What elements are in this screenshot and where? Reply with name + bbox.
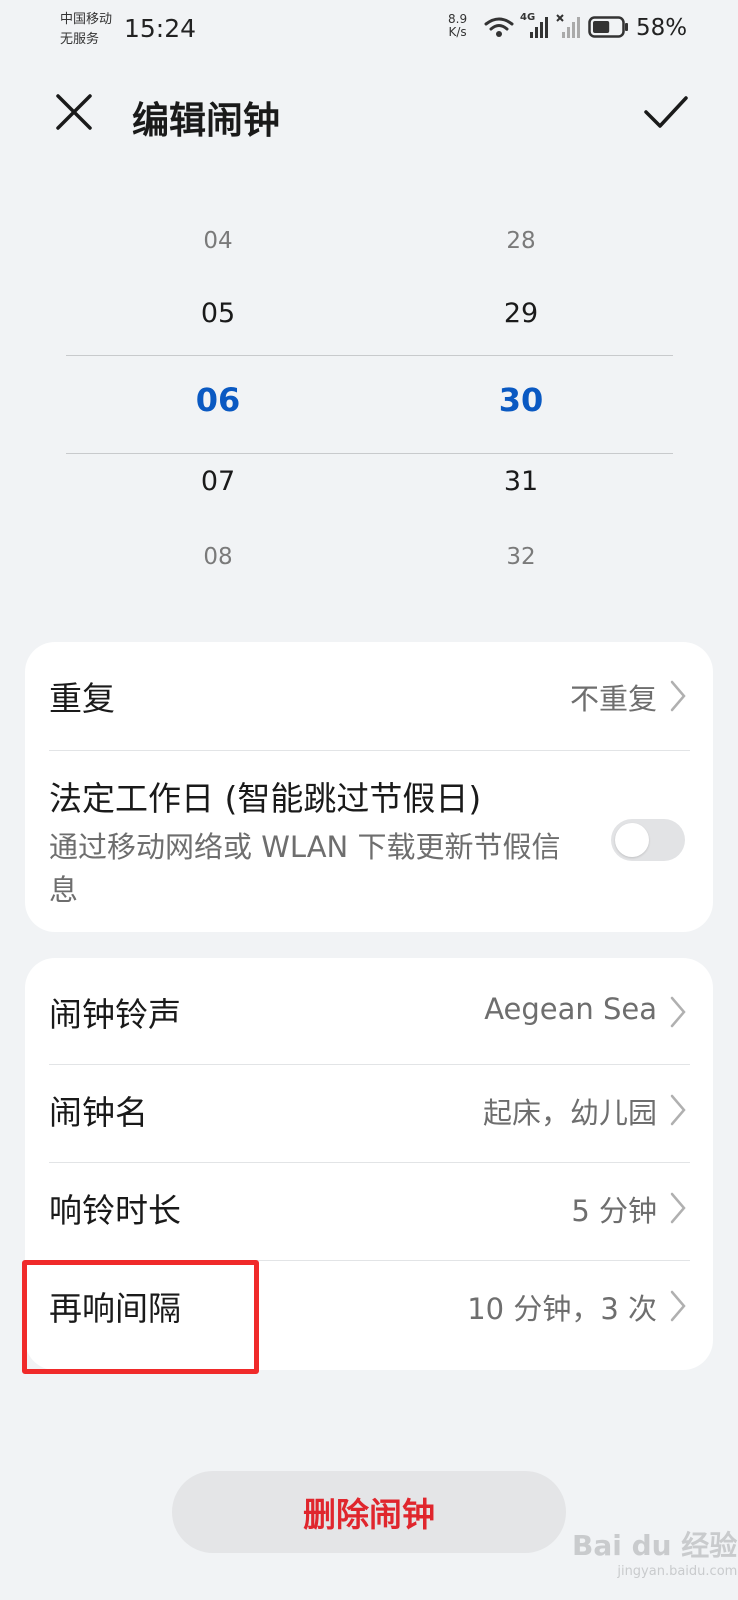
wifi-icon bbox=[484, 17, 514, 37]
highlight-box bbox=[22, 1260, 259, 1374]
network-speed-unit: K/s bbox=[448, 25, 467, 39]
ring-duration-label: 响铃时长 bbox=[49, 1191, 181, 1230]
battery-icon bbox=[588, 16, 628, 38]
hour-option[interactable]: 07 bbox=[148, 466, 288, 497]
repeat-label: 重复 bbox=[49, 679, 115, 718]
workday-title: 法定工作日 (智能跳过节假日) bbox=[49, 779, 482, 818]
hour-option[interactable]: 08 bbox=[148, 544, 288, 570]
snooze-interval-value: 10 分钟，3 次 bbox=[467, 1292, 657, 1326]
close-icon bbox=[56, 94, 92, 130]
ring-duration-value: 5 分钟 bbox=[571, 1194, 657, 1228]
chevron-right-icon bbox=[670, 680, 686, 712]
chevron-right-icon bbox=[670, 996, 686, 1028]
status-bar: 中国移动 无服务 15:24 8.9 K/s 4G 58% bbox=[0, 0, 738, 56]
repeat-value: 不重复 bbox=[569, 682, 657, 716]
hour-option[interactable]: 04 bbox=[148, 228, 288, 254]
time-picker[interactable]: 04 05 06 07 08 28 29 30 31 32 bbox=[0, 210, 738, 600]
network-speed: 8.9 K/s bbox=[448, 13, 467, 39]
battery-percent: 58% bbox=[636, 15, 688, 41]
hour-option[interactable]: 05 bbox=[148, 298, 288, 329]
watermark: Bai du 经验 jingyan.baidu.com bbox=[572, 1524, 737, 1579]
chevron-right-icon bbox=[670, 1290, 686, 1322]
workday-toggle[interactable] bbox=[611, 819, 685, 861]
divider bbox=[49, 1064, 690, 1065]
alarm-name-value: 起床，幼儿园 bbox=[482, 1096, 657, 1130]
page-title: 编辑闹钟 bbox=[132, 99, 280, 142]
status-time: 15:24 bbox=[124, 14, 197, 43]
close-button[interactable] bbox=[52, 90, 96, 134]
watermark-text: Bai du 经验 bbox=[572, 1529, 738, 1562]
ringtone-value: Aegean Sea bbox=[484, 992, 657, 1026]
ringtone-label: 闹钟铃声 bbox=[49, 995, 181, 1034]
picker-selection-line-top bbox=[66, 355, 673, 356]
hour-selected[interactable]: 06 bbox=[148, 381, 288, 419]
minute-selected[interactable]: 30 bbox=[451, 381, 591, 419]
minute-option[interactable]: 32 bbox=[451, 544, 591, 570]
delete-alarm-button[interactable]: 删除闹钟 bbox=[172, 1471, 566, 1553]
ringtone-row[interactable]: 闹钟铃声 Aegean Sea bbox=[49, 974, 689, 1044]
watermark-sub: jingyan.baidu.com bbox=[617, 1564, 738, 1579]
picker-selection-line-bottom bbox=[66, 453, 673, 454]
alarm-name-row[interactable]: 闹钟名 起床，幼儿园 bbox=[49, 1072, 689, 1142]
minute-option[interactable]: 31 bbox=[451, 466, 591, 497]
minute-option[interactable]: 29 bbox=[451, 298, 591, 329]
repeat-row[interactable]: 重复 不重复 bbox=[49, 666, 689, 726]
checkmark-icon bbox=[644, 96, 688, 128]
repeat-settings-card: 重复 不重复 法定工作日 (智能跳过节假日) 通过移动网络或 WLAN 下载更新… bbox=[25, 642, 713, 932]
carrier-info: 中国移动 无服务 bbox=[60, 10, 112, 50]
cellular-signal-icon: 4G bbox=[520, 12, 550, 40]
confirm-button[interactable] bbox=[642, 90, 690, 134]
no-signal-icon bbox=[556, 14, 580, 38]
minute-option[interactable]: 28 bbox=[451, 228, 591, 254]
toggle-knob bbox=[615, 823, 649, 857]
divider bbox=[49, 750, 690, 751]
chevron-right-icon bbox=[670, 1094, 686, 1126]
chevron-right-icon bbox=[670, 1192, 686, 1224]
status-icons: 4G bbox=[484, 12, 630, 40]
ring-duration-row[interactable]: 响铃时长 5 分钟 bbox=[49, 1170, 689, 1240]
divider bbox=[49, 1162, 690, 1163]
workday-subtitle: 通过移动网络或 WLAN 下载更新节假信息 bbox=[49, 830, 561, 907]
carrier-service: 无服务 bbox=[60, 32, 100, 47]
carrier-name: 中国移动 bbox=[60, 12, 113, 27]
alarm-name-label: 闹钟名 bbox=[49, 1093, 148, 1132]
